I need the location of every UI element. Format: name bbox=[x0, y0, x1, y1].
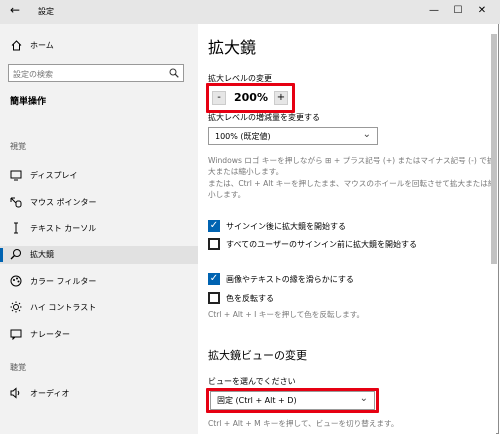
checkbox-start-after-signin-label: サインイン後に拡大鏡を開始する bbox=[226, 222, 346, 231]
view-label: ビューを選んでください bbox=[208, 377, 296, 386]
chevron-down-icon: ⌄ bbox=[362, 129, 371, 140]
scrollbar[interactable] bbox=[491, 34, 497, 264]
checkbox-invert-colors-label: 色を反転する bbox=[226, 294, 274, 303]
invert-hint: Ctrl + Alt + I キーを押して色を反転します。 bbox=[208, 310, 365, 319]
sidebar-item-label: オーディオ bbox=[30, 389, 70, 398]
checkbox-start-before-signin-label: すべてのユーザーのサインイン前に拡大鏡を開始する bbox=[226, 240, 417, 249]
sidebar-item-label: カラー フィルター bbox=[30, 277, 97, 286]
wheel-hint-line2: 小します。 bbox=[208, 190, 246, 199]
text-cursor-icon bbox=[10, 222, 22, 234]
zoom-value: 200% bbox=[234, 91, 268, 104]
window-title: 設定 bbox=[38, 7, 54, 16]
high-contrast-icon bbox=[10, 301, 22, 313]
checkbox-smooth-edges-label: 画像やテキストの縁を滑らかにする bbox=[226, 275, 354, 284]
sidebar-item-label: マウス ポインター bbox=[30, 198, 97, 207]
mouse-pointer-icon bbox=[10, 196, 22, 208]
sidebar-item-label: 拡大鏡 bbox=[30, 250, 54, 259]
sidebar-item-mouse-pointer[interactable]: マウス ポインター bbox=[0, 194, 198, 212]
sidebar-item-audio[interactable]: オーディオ bbox=[0, 385, 198, 403]
sidebar: ホーム 簡単操作 視覚 ディスプレイ マウス ポインター テキスト カーソル 拡… bbox=[0, 24, 198, 434]
sidebar-item-label: ホーム bbox=[30, 41, 54, 50]
sidebar-item-color-filter[interactable]: カラー フィルター bbox=[0, 273, 198, 291]
narrator-icon bbox=[10, 328, 22, 340]
view-dropdown[interactable]: 固定 (Ctrl + Alt + D) ⌄ bbox=[210, 391, 375, 410]
back-arrow-icon[interactable]: ← bbox=[10, 3, 20, 17]
sidebar-item-narrator[interactable]: ナレーター bbox=[0, 326, 198, 344]
sidebar-item-label: ナレーター bbox=[30, 330, 70, 339]
minimize-button[interactable]: — bbox=[424, 2, 444, 20]
search-icon[interactable] bbox=[169, 68, 179, 80]
section-hearing: 聴覚 bbox=[10, 363, 26, 372]
increment-label: 拡大レベルの増減量を変更する bbox=[208, 113, 320, 122]
view-value: 固定 (Ctrl + Alt + D) bbox=[217, 396, 297, 405]
search-input[interactable] bbox=[11, 66, 165, 82]
sidebar-item-display[interactable]: ディスプレイ bbox=[0, 167, 198, 185]
selection-indicator bbox=[0, 248, 3, 262]
color-filter-icon bbox=[10, 275, 22, 287]
sidebar-item-magnifier[interactable]: 拡大鏡 bbox=[0, 246, 198, 264]
chevron-down-icon: ⌄ bbox=[359, 393, 368, 404]
magnifier-icon bbox=[10, 248, 22, 260]
checkbox-start-before-signin[interactable] bbox=[208, 238, 220, 250]
page-title: 拡大鏡 bbox=[208, 38, 257, 57]
increment-dropdown[interactable]: 100% (既定値) ⌄ bbox=[208, 127, 378, 145]
view-heading: 拡大鏡ビューの変更 bbox=[208, 349, 307, 362]
audio-icon bbox=[10, 387, 22, 399]
maximize-button[interactable]: ☐ bbox=[448, 2, 468, 20]
close-button[interactable]: ✕ bbox=[472, 2, 492, 20]
increment-value: 100% (既定値) bbox=[215, 132, 271, 141]
checkbox-invert-colors[interactable] bbox=[208, 292, 220, 304]
wheel-hint-line1: または、Ctrl + Alt キーを押したまま、マウスのホイールを回転させて拡大… bbox=[208, 179, 496, 188]
display-icon bbox=[10, 169, 22, 181]
sidebar-item-label: ハイ コントラスト bbox=[30, 303, 97, 312]
zoom-stepper[interactable]: - 200% + bbox=[212, 90, 292, 106]
sidebar-item-label: テキスト カーソル bbox=[30, 224, 97, 233]
section-vision: 視覚 bbox=[10, 142, 26, 151]
search-box[interactable] bbox=[8, 64, 184, 82]
zoom-decrease-button[interactable]: - bbox=[212, 91, 226, 105]
category-title: 簡単操作 bbox=[10, 97, 47, 107]
title-bar: ← 設定 — ☐ ✕ bbox=[0, 0, 500, 24]
home-icon bbox=[10, 39, 22, 51]
view-hint: Ctrl + Alt + M キーを押して、ビューを切り替えます。 bbox=[208, 419, 399, 428]
magnify-hint-line2: 大または縮小します。 bbox=[208, 167, 284, 176]
sidebar-item-home[interactable]: ホーム bbox=[0, 37, 198, 55]
sidebar-item-text-cursor[interactable]: テキスト カーソル bbox=[0, 220, 198, 238]
sidebar-item-high-contrast[interactable]: ハイ コントラスト bbox=[0, 299, 198, 317]
checkbox-start-after-signin[interactable]: ✓ bbox=[208, 220, 220, 232]
zoom-increase-button[interactable]: + bbox=[274, 91, 288, 105]
checkbox-smooth-edges[interactable]: ✓ bbox=[208, 273, 220, 285]
main-content: 拡大鏡 拡大レベルの変更 - 200% + 拡大レベルの増減量を変更する 100… bbox=[198, 24, 496, 434]
sidebar-item-label: ディスプレイ bbox=[30, 171, 78, 180]
